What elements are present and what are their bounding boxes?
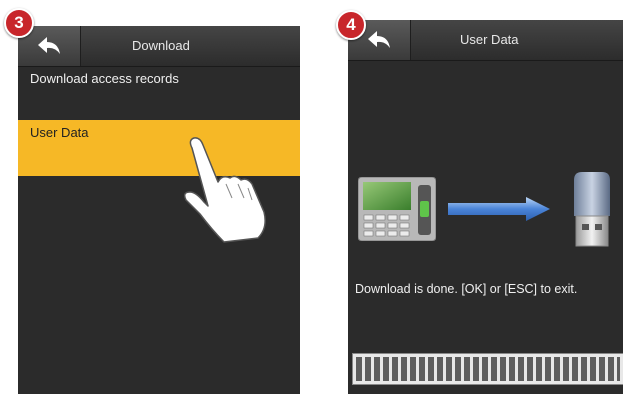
pointing-hand-icon (178, 134, 270, 249)
title-bar: Download (18, 26, 300, 67)
page-title: Download (132, 38, 190, 53)
back-arrow-icon (368, 31, 390, 48)
download-screen: Download Download access records User Da… (18, 26, 300, 394)
title-bar: User Data (348, 20, 623, 61)
user-data-screen: User Data Download is done. [OK] or [ESC… (348, 20, 623, 394)
terminal-device-icon (357, 176, 437, 246)
status-message: Download is done. [OK] or [ESC] to exit. (355, 282, 578, 296)
transfer-arrow-icon (448, 196, 552, 227)
menu-item-download-access-records[interactable]: Download access records (18, 68, 300, 112)
progress-fill (356, 357, 620, 381)
progress-bar (352, 353, 623, 385)
back-arrow-icon (38, 37, 60, 54)
step-badge-4: 4 (336, 10, 366, 40)
page-title: User Data (460, 32, 519, 47)
usb-drive-icon (570, 170, 614, 255)
step-badge-3: 3 (4, 8, 34, 38)
